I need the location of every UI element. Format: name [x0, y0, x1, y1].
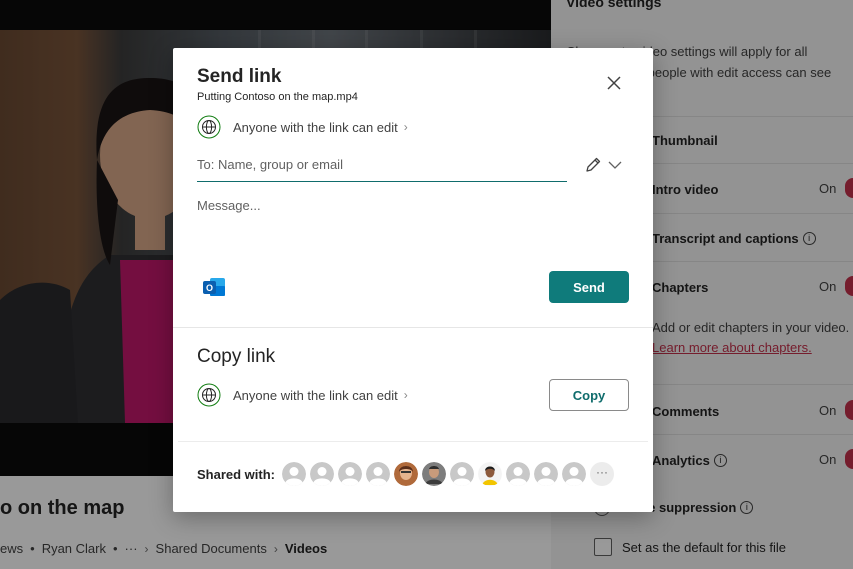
avatar[interactable] — [534, 462, 558, 486]
permission-label: Anyone with the link can edit — [233, 387, 398, 403]
send-button[interactable]: Send — [549, 271, 629, 303]
section-divider — [173, 327, 653, 328]
copy-link-permission[interactable]: Anyone with the link can edit › — [197, 383, 408, 407]
message-input[interactable] — [197, 198, 627, 258]
copy-button[interactable]: Copy — [549, 379, 629, 411]
permission-label: Anyone with the link can edit — [233, 119, 398, 135]
recipient-input[interactable] — [197, 152, 567, 182]
avatar[interactable] — [282, 462, 306, 486]
chevron-right-icon: › — [403, 120, 408, 134]
globe-icon — [197, 115, 221, 139]
svg-text:O: O — [206, 283, 213, 293]
outlook-icon[interactable]: O — [201, 274, 227, 300]
chevron-right-icon: › — [403, 388, 408, 402]
avatar[interactable] — [506, 462, 530, 486]
section-divider — [178, 441, 648, 442]
avatar-photo[interactable] — [394, 462, 418, 486]
globe-icon — [197, 383, 221, 407]
avatar[interactable] — [450, 462, 474, 486]
shared-with-label: Shared with: — [197, 467, 276, 482]
dialog-title: Send link — [197, 66, 282, 87]
pencil-icon[interactable] — [583, 155, 603, 175]
more-people-button[interactable]: ··· — [590, 462, 614, 486]
avatar[interactable] — [338, 462, 362, 486]
copy-link-title: Copy link — [197, 346, 276, 367]
close-icon[interactable] — [603, 72, 625, 94]
avatar[interactable] — [366, 462, 390, 486]
avatar[interactable] — [562, 462, 586, 486]
chevron-down-icon[interactable] — [607, 156, 623, 174]
shared-with-avatars: ··· — [282, 462, 614, 486]
send-link-permission[interactable]: Anyone with the link can edit › — [197, 115, 408, 139]
share-dialog: Send link Putting Contoso on the map.mp4… — [173, 48, 653, 512]
avatar-photo[interactable] — [478, 462, 502, 486]
avatar-photo[interactable] — [422, 462, 446, 486]
file-name: Putting Contoso on the map.mp4 — [197, 91, 358, 103]
avatar[interactable] — [310, 462, 334, 486]
